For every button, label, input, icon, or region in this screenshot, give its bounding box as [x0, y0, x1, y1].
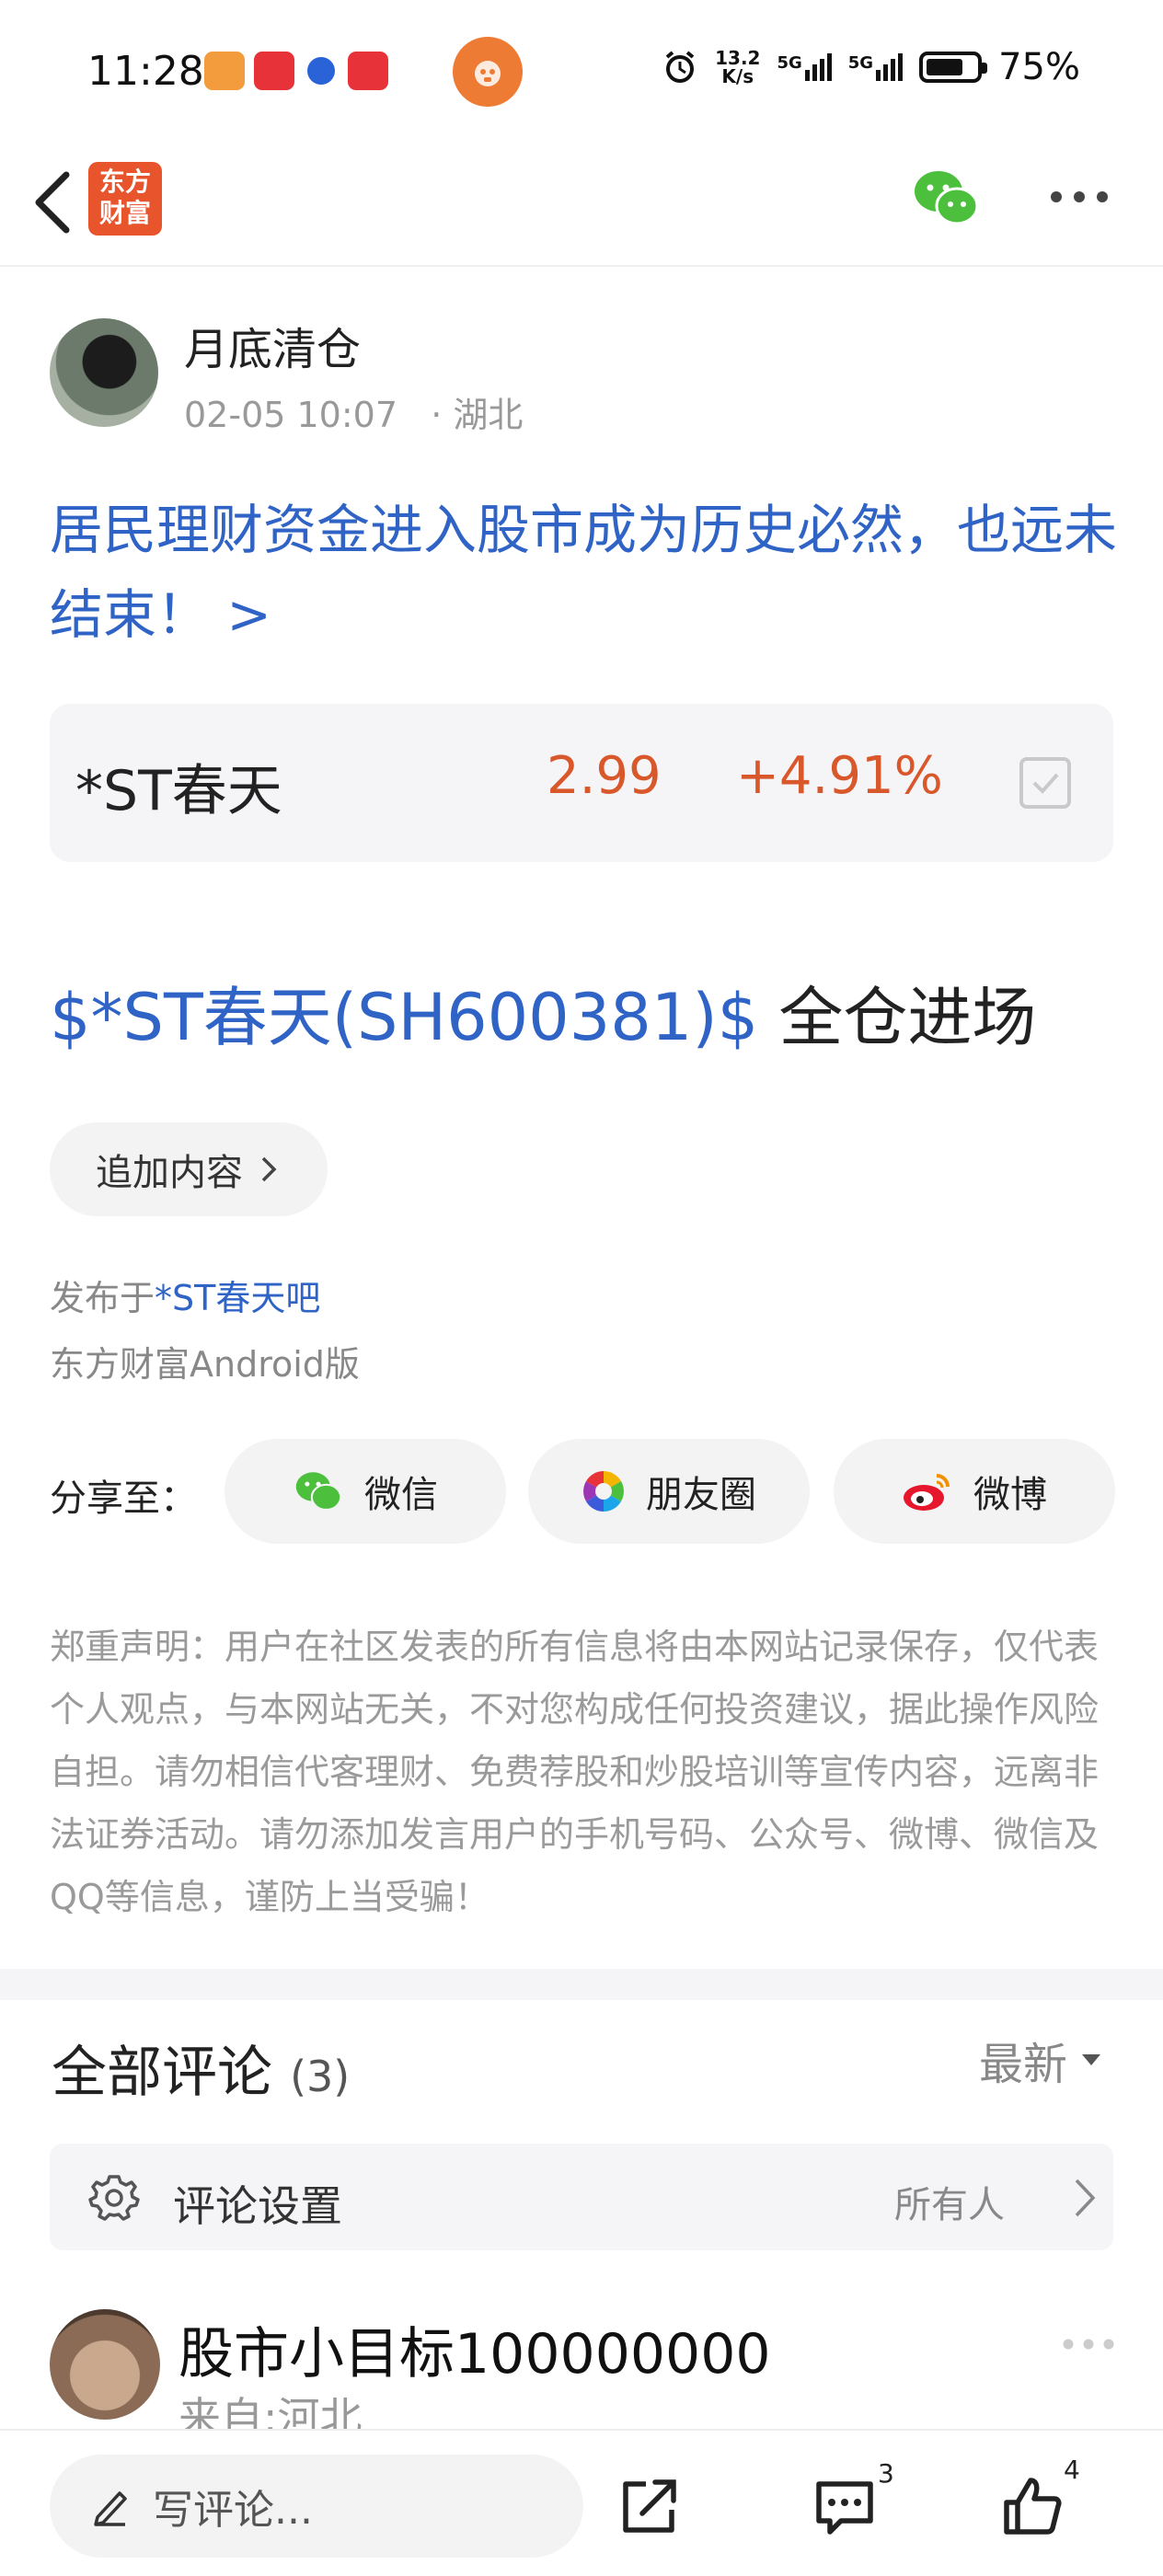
stock-card[interactable]: *ST春天 2.99 +4.91%: [50, 704, 1113, 862]
chevron-right-icon: [1075, 2179, 1096, 2217]
back-arrow-icon[interactable]: [26, 166, 81, 239]
comments-title: 全部评论 (3): [52, 2041, 351, 2105]
floating-assistant-icon[interactable]: [453, 37, 523, 107]
post-content: $*ST春天(SH600381)$ 全仓进场: [50, 966, 1036, 1059]
status-indicators: 13.2 K/s 5G 5G 75%: [662, 46, 1080, 88]
author-name[interactable]: 月底清仓: [184, 313, 361, 377]
like-count-badge: 4: [1064, 2455, 1080, 2485]
author-avatar[interactable]: [50, 318, 158, 427]
nav-bar: 东方 财富: [0, 138, 1163, 267]
comment-icon[interactable]: [812, 2473, 878, 2539]
post-location: · 湖北: [431, 395, 524, 435]
share-wechat-button[interactable]: 微信: [225, 1439, 506, 1544]
gear-icon: [88, 2175, 140, 2221]
post-meta: 02-05 10:07 · 湖北: [184, 386, 523, 437]
battery-percent: 75%: [998, 46, 1080, 88]
notification-app-icon: [348, 52, 388, 90]
share-label: 分享至：: [50, 1478, 197, 1520]
share-moments-button[interactable]: 朋友圈: [528, 1439, 810, 1544]
add-content-label: 追加内容: [96, 1152, 243, 1194]
wechat-icon: [295, 1472, 342, 1512]
more-options-icon[interactable]: [1049, 190, 1110, 204]
comments-count: (3): [290, 2052, 351, 2101]
stock-price: 2.99: [547, 746, 662, 806]
stock-change: +4.91%: [736, 746, 943, 806]
wechat-share-icon[interactable]: [911, 166, 981, 230]
post-date: 02-05 10:07: [184, 395, 398, 435]
signal-5g-1: 5G: [777, 53, 832, 81]
comment-sort-dropdown[interactable]: 最新: [979, 2028, 1102, 2092]
bottom-action-bar: 写评论... 3 4: [0, 2429, 1163, 2576]
post-client: 东方财富Android版: [50, 1344, 360, 1385]
comment-count-badge: 3: [878, 2458, 894, 2489]
app-logo[interactable]: 东方 财富: [88, 162, 162, 236]
write-comment-input[interactable]: 写评论...: [50, 2455, 583, 2558]
comment-settings-label: 评论设置: [173, 2181, 342, 2231]
stock-mention-link[interactable]: $*ST春天(SH600381)$: [50, 980, 758, 1055]
moments-icon: [583, 1471, 624, 1512]
pencil-icon: [94, 2491, 127, 2526]
signal-5g-2: 5G: [848, 53, 904, 81]
comment-settings-value: 所有人: [894, 2184, 1005, 2226]
battery-icon: [919, 52, 988, 83]
post-content-text: 全仓进场: [758, 980, 1037, 1055]
forum-link[interactable]: *ST春天吧: [155, 1278, 320, 1318]
add-content-button[interactable]: 追加内容: [50, 1122, 328, 1216]
write-comment-placeholder: 写评论...: [153, 2487, 313, 2534]
stock-name: *ST春天: [75, 759, 282, 823]
notification-app-icon: [254, 52, 294, 90]
published-in: 发布于*ST春天吧: [50, 1278, 321, 1318]
like-icon[interactable]: [999, 2473, 1065, 2539]
commenter-name[interactable]: 股市小目标100000000: [178, 2309, 771, 2389]
comment-more-icon[interactable]: [1062, 2337, 1115, 2352]
comment-settings-row[interactable]: 评论设置 所有人: [50, 2144, 1113, 2250]
chevron-right-icon: [261, 1156, 277, 1182]
share-icon[interactable]: [616, 2473, 683, 2539]
check-icon: [1032, 773, 1059, 794]
alarm-icon: [665, 51, 695, 83]
status-time: 11:28: [87, 48, 204, 95]
notification-app-icon: [204, 52, 245, 90]
notification-app-icon: [307, 57, 335, 85]
add-watchlist-checkbox[interactable]: [1019, 757, 1071, 809]
share-weibo-button[interactable]: 微博: [834, 1439, 1115, 1544]
network-speed: 13.2 K/s: [715, 47, 761, 87]
caret-down-icon: [1082, 2054, 1101, 2065]
disclaimer-text: 郑重声明：用户在社区发表的所有信息将由本网站记录保存，仅代表个人观点，与本网站无…: [50, 1627, 1100, 1917]
section-divider: [0, 1969, 1163, 2000]
post-title-link[interactable]: 居民理财资金进入股市成为历史必然，也远未结束！ >: [50, 488, 1117, 657]
weibo-icon: [904, 1474, 950, 1511]
commenter-avatar[interactable]: [50, 2309, 160, 2420]
status-bar: 11:28 13.2 K/s 5G 5G 75%: [0, 0, 1163, 138]
